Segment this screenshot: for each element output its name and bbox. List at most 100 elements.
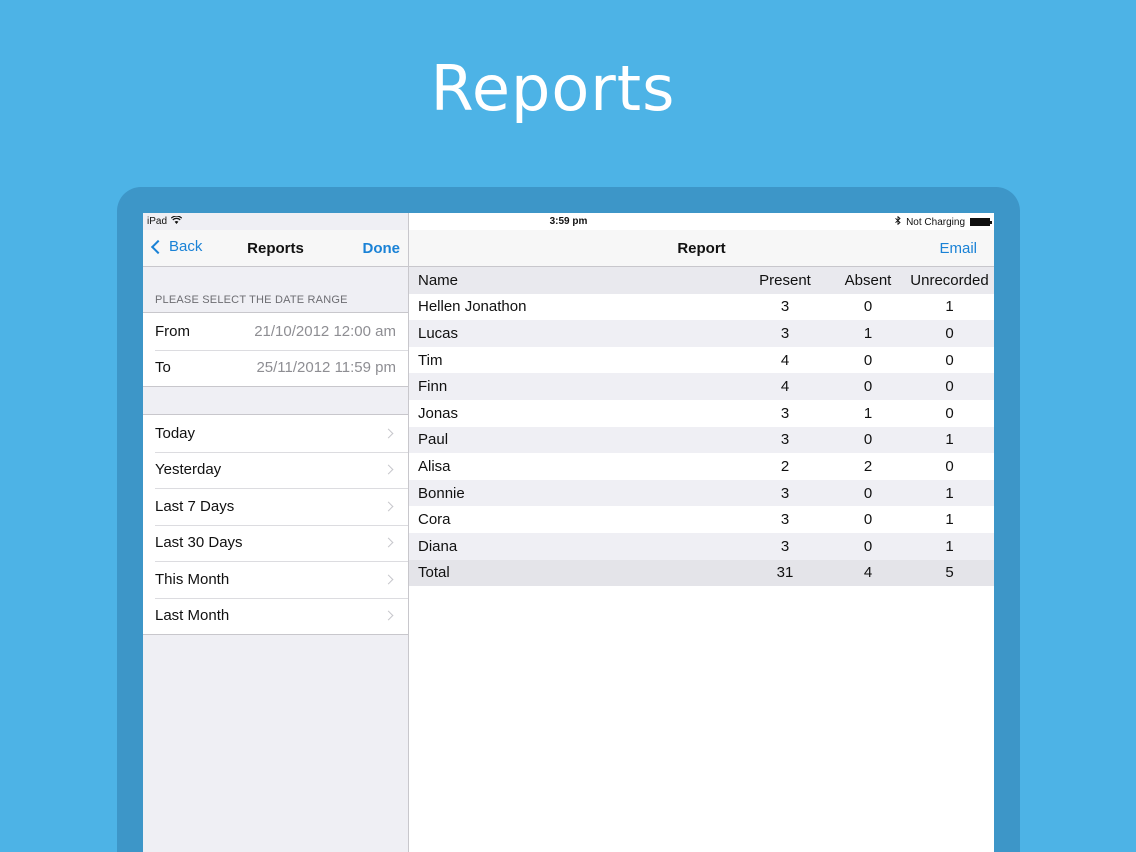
total-present: 31 [776, 564, 794, 582]
cell-name: Cora [418, 511, 451, 529]
date-range-group: From 21/10/2012 12:00 am To 25/11/2012 1… [143, 312, 408, 387]
to-label: To [155, 359, 171, 377]
done-button[interactable]: Done [363, 240, 401, 257]
table-row: Tim 4 0 0 [409, 346, 994, 374]
table-row: Lucas 3 1 0 [409, 320, 994, 347]
cell-name: Diana [418, 537, 458, 555]
total-absent: 4 [863, 564, 873, 582]
cell-unrecorded: 1 [945, 484, 954, 502]
table-row: Cora 3 0 1 [409, 506, 994, 533]
preset-label: Last 7 Days [155, 497, 235, 515]
cell-present: 3 [780, 404, 790, 422]
total-label: Total [418, 564, 450, 582]
column-header-absent: Absent [844, 271, 892, 289]
status-bar: iPad 3:59 pm Not Charging [143, 213, 994, 230]
cell-present: 3 [780, 511, 790, 529]
table-header-row: Name Present Absent Unrecorded [409, 267, 994, 294]
cell-unrecorded: 0 [945, 404, 954, 422]
table-row: Alisa 2 2 0 [409, 453, 994, 480]
to-row[interactable]: To 25/11/2012 11:59 pm [143, 349, 408, 387]
status-bar-right: Not Charging [895, 215, 992, 228]
cell-name: Hellen Jonathon [418, 298, 527, 316]
preset-label: Last Month [155, 607, 230, 625]
cell-absent: 0 [863, 537, 873, 555]
preset-yesterday[interactable]: Yesterday [143, 451, 408, 489]
cell-absent: 1 [863, 404, 873, 422]
table-row: Jonas 3 1 0 [409, 399, 994, 427]
cell-unrecorded: 0 [945, 351, 954, 369]
preset-last-month[interactable]: Last Month [143, 597, 408, 635]
cell-absent: 0 [863, 378, 873, 396]
cell-present: 3 [780, 484, 790, 502]
chevron-right-icon [383, 501, 394, 512]
chevron-left-icon [150, 239, 166, 254]
total-unrecorded: 5 [945, 564, 954, 582]
to-value: 25/11/2012 11:59 pm [256, 359, 396, 377]
cell-absent: 0 [863, 431, 873, 449]
cell-present: 4 [780, 378, 790, 396]
cell-name: Tim [418, 351, 443, 369]
preset-last-7-days[interactable]: Last 7 Days [143, 488, 408, 525]
cell-unrecorded: 0 [945, 324, 954, 342]
cell-present: 2 [780, 457, 790, 475]
preset-label: Today [155, 424, 196, 442]
cell-unrecorded: 0 [945, 378, 954, 396]
preset-label: Yesterday [155, 461, 222, 479]
cell-absent: 1 [863, 324, 873, 342]
cell-name: Paul [418, 431, 449, 449]
cell-unrecorded: 1 [945, 431, 954, 449]
bluetooth-icon [895, 215, 901, 228]
preset-label: Last 30 Days [155, 534, 243, 552]
table-row: Bonnie 3 0 1 [409, 479, 994, 507]
status-time: 3:59 pm [549, 216, 588, 227]
cell-present: 3 [780, 324, 790, 342]
table-row: Finn 4 0 0 [409, 373, 994, 400]
from-label: From [155, 322, 190, 340]
battery-icon [970, 218, 992, 226]
email-button[interactable]: Email [939, 240, 977, 257]
report-table: Name Present Absent Unrecorded Hellen Jo… [409, 267, 994, 587]
cell-present: 3 [780, 298, 790, 316]
right-navigation-bar: Report Email [409, 230, 994, 267]
table-row: Diana 3 0 1 [409, 532, 994, 560]
cell-absent: 0 [863, 351, 873, 369]
left-navigation-bar: Back Reports Done [143, 230, 408, 267]
hero-title: Reports [430, 52, 676, 125]
preset-range-group: Today Yesterday Last 7 Days Last 30 Days… [143, 414, 408, 635]
cell-absent: 0 [863, 511, 873, 529]
cell-name: Alisa [418, 457, 451, 475]
chevron-right-icon [383, 574, 394, 585]
preset-this-month[interactable]: This Month [143, 561, 408, 598]
cell-unrecorded: 1 [945, 511, 954, 529]
cell-unrecorded: 1 [945, 537, 954, 555]
cell-name: Bonnie [418, 484, 465, 502]
table-row: Hellen Jonathon 3 0 1 [409, 293, 994, 321]
cell-name: Lucas [418, 324, 459, 342]
right-pane: Report Email Name Present Absent Unrecor… [409, 213, 994, 852]
date-range-section-header: PLEASE SELECT THE DATE RANGE [155, 294, 348, 306]
cell-name: Finn [418, 378, 448, 396]
ipad-screen: Back Reports Done PLEASE SELECT THE DATE… [143, 213, 994, 852]
cell-name: Jonas [418, 404, 459, 422]
from-row[interactable]: From 21/10/2012 12:00 am [143, 313, 408, 350]
cell-absent: 0 [863, 484, 873, 502]
preset-last-30-days[interactable]: Last 30 Days [143, 524, 408, 562]
column-header-name: Name [418, 271, 459, 289]
report-title: Report [677, 240, 726, 257]
chevron-right-icon [383, 464, 394, 475]
cell-present: 3 [780, 537, 790, 555]
back-button[interactable]: Back [149, 238, 202, 255]
cell-absent: 2 [863, 457, 873, 475]
preset-today[interactable]: Today [143, 415, 408, 452]
left-pane: Back Reports Done PLEASE SELECT THE DATE… [143, 213, 409, 852]
from-value: 21/10/2012 12:00 am [254, 322, 396, 340]
column-header-unrecorded: Unrecorded [910, 271, 989, 289]
back-button-label: Back [169, 238, 203, 255]
total-row: Total 31 4 5 [409, 559, 994, 587]
chevron-right-icon [383, 428, 394, 439]
column-header-present: Present [759, 271, 811, 289]
chevron-right-icon [383, 610, 394, 621]
cell-unrecorded: 1 [945, 298, 954, 316]
preset-label: This Month [155, 570, 230, 588]
chevron-right-icon [383, 537, 394, 548]
